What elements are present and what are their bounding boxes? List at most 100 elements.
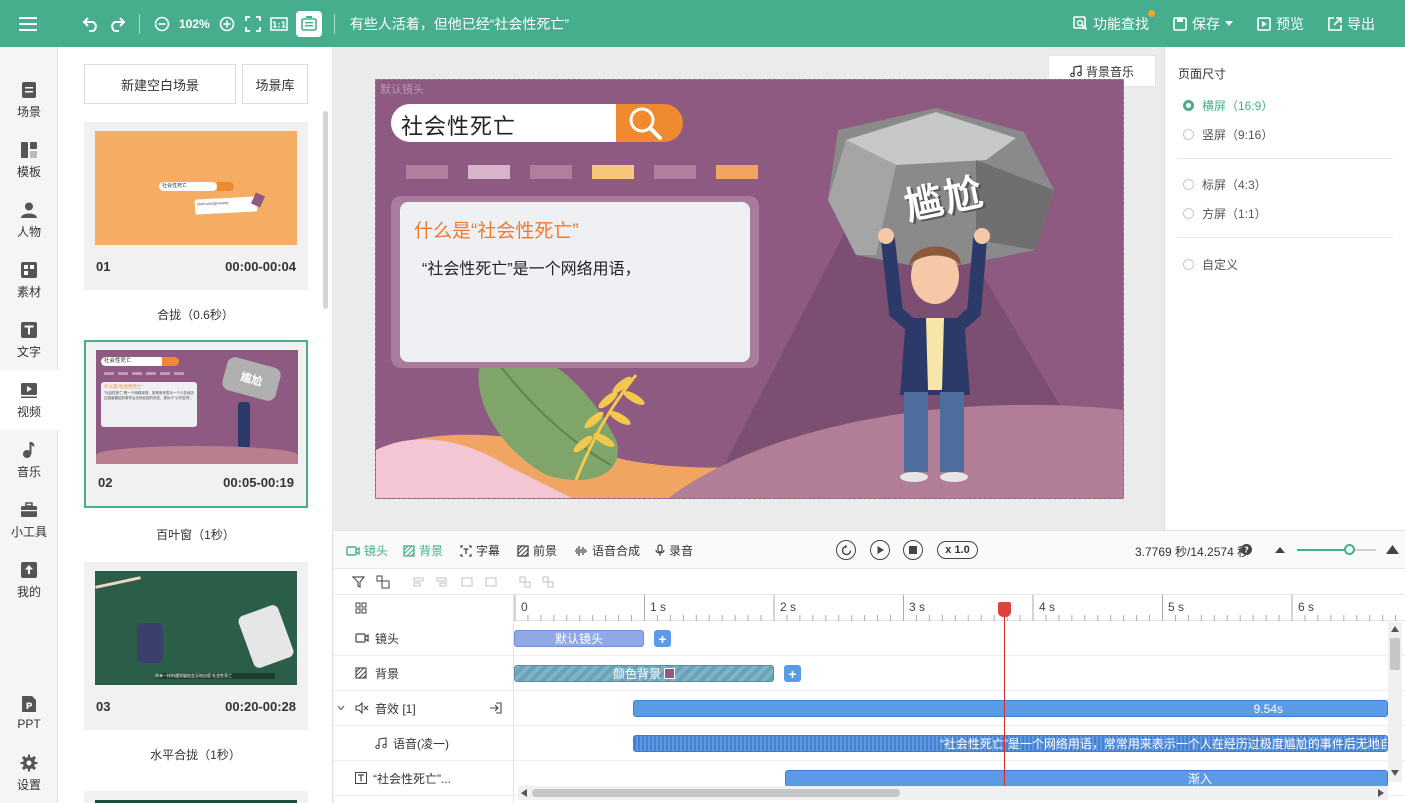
nav-item-template[interactable]: 模板 [0,130,58,190]
enter-icon[interactable] [489,702,502,714]
timeline-horizontal-scrollbar[interactable] [518,786,1388,800]
scene-card-04[interactable] [84,791,308,803]
clip-text-fade-in[interactable]: 渐入 [785,770,1388,787]
nav-item-video[interactable]: 视频 [0,370,58,430]
clip-default-camera[interactable]: 默认镜头 [514,630,644,647]
add-background-button[interactable]: + [784,665,801,682]
track-label-voice[interactable]: 语音(凌一) [334,726,514,761]
project-title[interactable]: 有些人活着，但他已经“社会性死亡” [350,14,569,34]
radio[interactable] [1183,208,1194,219]
scene-transition-label[interactable]: 水平合拢（1秒） [58,746,332,763]
undo-icon[interactable] [78,11,104,37]
clip-sound[interactable]: 9.54s [633,700,1388,717]
help-icon[interactable]: ? [1241,544,1252,555]
radio[interactable] [1183,179,1194,190]
scene-stage[interactable]: 默认镜头 社会性死亡 什么是“社会性死亡” “社会性死亡”是一个网络用语， 尴尬 [375,79,1124,499]
nav-item-settings[interactable]: 设置 [0,743,58,803]
radio[interactable] [1183,259,1194,270]
layer-icon[interactable] [376,575,390,589]
page-size-option-9-16[interactable]: 竖屏（9:16） [1183,126,1273,143]
replay-button[interactable] [836,540,856,560]
nav-item-scene[interactable]: 场景 [0,70,58,130]
filter-icon[interactable] [352,575,366,589]
clip-voice[interactable]: “社会性死亡”是一个网络用语，常常用来表示一个人在经历过极度尴尬的事件后无地自容 [633,735,1388,752]
vertical-scroll-thumb[interactable] [1390,638,1400,670]
tab-label: 背景 [419,544,444,558]
track-label-text: 语音(凌一) [393,736,449,751]
radio[interactable] [1183,129,1194,140]
page-size-option-4-3[interactable]: 标屏（4:3） [1183,176,1267,193]
zoom-out-timeline-icon[interactable] [1275,546,1285,553]
save-button[interactable]: 保存 [1173,14,1233,34]
nav-item-music[interactable]: 音乐 [0,430,58,490]
scene-transition-label[interactable]: 百叶窗（1秒） [58,526,332,543]
preview-button[interactable]: 预览 [1257,14,1304,34]
scroll-right-icon[interactable] [1378,789,1384,797]
menu-icon[interactable] [0,0,56,47]
horizontal-scroll-thumb[interactable] [532,789,900,797]
tab-voice-synthesis[interactable]: 语音合成 [574,542,640,559]
nav-item-ppt[interactable]: P PPT [0,683,58,743]
radio-selected[interactable] [1183,100,1194,111]
camera-icon [346,545,360,556]
tab-subtitle[interactable]: 字幕 [460,542,500,559]
scene-card-03[interactable]: 原来一样的遇到尴尬会无地自容 社会性死亡 03 00:20-00:28 [84,562,308,730]
scene-list-scrollbar[interactable] [323,111,328,309]
tick-label: 1 s [650,600,667,614]
fullscreen-icon[interactable] [240,11,266,37]
add-camera-button[interactable]: + [654,630,671,647]
tab-label: 镜头 [364,544,389,558]
zoom-in-icon[interactable] [214,11,240,37]
function-search-button[interactable]: 功能查找 [1073,9,1155,34]
nav-item-mine[interactable]: 我的 [0,550,58,610]
track-label-text-element[interactable]: “社会性死亡”... [334,761,514,796]
page-size-option-custom[interactable]: 自定义 [1183,256,1238,273]
play-button[interactable] [870,540,890,560]
tab-label: 语音合成 [592,544,641,558]
scene-library-button[interactable]: 场景库 [242,64,308,104]
playback-speed-button[interactable]: x 1.0 [937,541,978,559]
nav-item-text[interactable]: 文字 [0,310,58,370]
svg-text:P: P [26,702,33,712]
clip-color-background[interactable]: 颜色背景 [514,665,774,682]
stage-search-text[interactable]: 社会性死亡 [401,109,516,141]
timeline-zoom-slider-handle[interactable] [1344,544,1355,555]
tab-foreground[interactable]: 前景 [517,542,557,559]
chevron-down-icon[interactable] [337,705,345,711]
scroll-down-icon[interactable] [1391,770,1399,776]
zoom-out-icon[interactable] [149,11,175,37]
track-label-sound[interactable]: 音效 [1] [334,691,514,726]
nav-item-toolbox[interactable]: 小工具 [0,490,58,550]
zoom-in-timeline-icon[interactable] [1386,545,1399,554]
playhead-handle[interactable] [998,602,1011,617]
tab-recording[interactable]: 录音 [655,542,693,559]
timeline-vertical-scrollbar[interactable] [1388,622,1402,782]
time-ruler[interactable]: 0 1 s 2 s 3 s 4 s 5 s 6 s [514,595,1405,621]
scene-transition-label[interactable]: 合拢（0.6秒） [58,306,332,323]
nav-item-person[interactable]: 人物 [0,190,58,250]
scroll-left-icon[interactable] [521,789,527,797]
redo-icon[interactable] [104,11,130,37]
subtitle-editor-icon[interactable] [295,10,322,37]
tab-camera[interactable]: 镜头 [346,542,388,559]
page-size-option-1-1[interactable]: 方屏（1:1） [1183,205,1267,222]
scroll-up-icon[interactable] [1391,626,1399,632]
scene-card-01[interactable]: 社会性死亡 shehuixingsiwang 01 00:00-00:04 [84,122,308,290]
page-size-option-16-9[interactable]: 横屏（16:9） [1183,97,1273,114]
track-label-background[interactable]: 背景 [334,656,514,691]
actual-size-icon[interactable]: 1:1 [266,11,292,37]
nav-item-material[interactable]: 素材 [0,250,58,310]
track-camera: 默认镜头 + [514,621,1405,656]
tab-background[interactable]: 背景 [403,542,443,559]
scene-card-02[interactable]: 社会性死亡 什么是“社会性死亡” “社会性死亡”是一个网络用语，常常用来表示一个… [84,340,308,508]
stop-button[interactable] [903,540,923,560]
export-button[interactable]: 导出 [1328,14,1375,34]
new-blank-scene-button[interactable]: 新建空白场景 [84,64,236,104]
tracks-grid-icon[interactable] [355,602,367,614]
stage-card-heading[interactable]: 什么是“社会性死亡” [414,216,579,243]
playhead-line[interactable] [1004,602,1005,788]
preview-label: 预览 [1276,15,1304,32]
clip-label: 颜色背景 [612,667,661,681]
track-label-camera[interactable]: 镜头 [334,621,514,656]
stage-card-body[interactable]: “社会性死亡”是一个网络用语， [422,255,641,279]
